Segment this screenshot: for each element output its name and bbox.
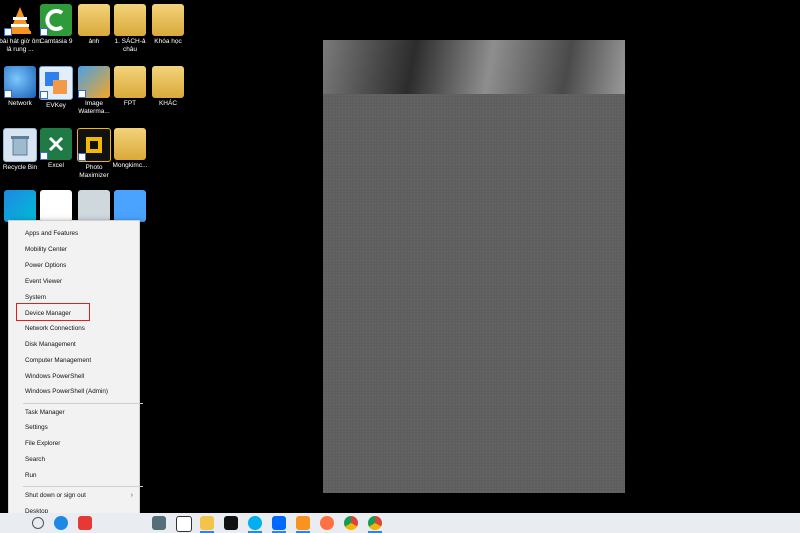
desktop-icon-mongkimc[interactable]: Mongkimc... <box>110 128 150 170</box>
shortcut-arrow-icon <box>4 90 12 98</box>
folder-icon <box>152 4 184 36</box>
desktop-icon-sach[interactable]: 1. SÁCH-ả châu <box>110 4 150 54</box>
shortcut-arrow-icon <box>40 91 48 99</box>
printer-app-icon <box>78 190 110 222</box>
camtasia-icon <box>40 4 72 36</box>
menu-item-event-viewer[interactable]: Event Viewer <box>9 274 139 289</box>
media-icon[interactable] <box>320 516 334 530</box>
capcut-icon[interactable] <box>224 516 238 530</box>
folder-icon <box>114 66 146 98</box>
desktop-icon-evkey[interactable]: EVKey <box>36 66 76 110</box>
shortcut-arrow-icon <box>78 153 86 161</box>
start-button-icon[interactable] <box>10 516 24 530</box>
excel-icon <box>40 128 72 160</box>
shortcut-arrow-icon <box>78 90 86 98</box>
shortcut-arrow-icon <box>40 152 48 160</box>
computer-icon <box>114 190 146 222</box>
vlc-icon <box>4 4 36 36</box>
menu-item-apps-and-features[interactable]: Apps and Features <box>9 226 139 241</box>
photo-app-icon[interactable] <box>296 516 310 533</box>
desktop-icon-fpt[interactable]: FPT <box>110 66 150 108</box>
menu-item-run[interactable]: Run <box>9 468 139 483</box>
shortcut-arrow-icon <box>4 28 12 36</box>
photo-top-strip <box>323 40 625 94</box>
menu-item-task-manager[interactable]: Task Manager <box>9 405 139 420</box>
menu-item-shut-down-or-sign-out[interactable]: Shut down or sign out › <box>9 488 139 503</box>
edge-icon[interactable] <box>54 516 68 530</box>
file-explorer-icon[interactable] <box>200 516 214 533</box>
menu-item-settings[interactable]: Settings <box>9 420 139 435</box>
menu-item-network-connections[interactable]: Network Connections <box>9 321 139 336</box>
folder-icon <box>114 4 146 36</box>
desktop-icon-khoa-hoc[interactable]: Khóa học <box>148 4 188 46</box>
photo-viewer-image <box>323 40 625 493</box>
taskbar <box>0 513 800 533</box>
network-icon <box>4 66 36 98</box>
evkey-icon <box>39 66 73 100</box>
desktop-icon-khac[interactable]: KHÁC <box>148 66 188 108</box>
recycle-bin-icon <box>3 128 37 162</box>
menu-item-computer-management[interactable]: Computer Management <box>9 353 139 368</box>
picture-app-icon <box>40 190 72 222</box>
desktop-icon-image-watermark[interactable]: Image Waterma... <box>74 66 114 116</box>
desktop-icon-vlc[interactable]: bài hát giờ ôm lả rung ... <box>0 4 41 54</box>
desktop-icon-photo-maximizer[interactable]: Photo Maximizer <box>74 128 114 180</box>
shortcut-arrow-icon <box>40 28 48 36</box>
menu-item-search[interactable]: Search <box>9 452 139 467</box>
menu-item-mobility-center[interactable]: Mobility Center <box>9 242 139 257</box>
desktop-icon-this-pc[interactable] <box>110 190 150 222</box>
zalo-icon[interactable] <box>272 516 286 533</box>
chrome-icon[interactable] <box>344 516 358 530</box>
image-watermark-icon <box>78 66 110 98</box>
menu-item-disk-management[interactable]: Disk Management <box>9 337 139 352</box>
chrome-icon[interactable] <box>368 516 382 533</box>
desktop-icon-camtasia[interactable]: Camtasia 9 <box>36 4 76 46</box>
menu-separator <box>23 403 143 404</box>
menu-item-windows-powershell-admin[interactable]: Windows PowerShell (Admin) <box>9 384 139 399</box>
desktop-icon-app-printer[interactable] <box>74 190 114 222</box>
menu-item-power-options[interactable]: Power Options <box>9 258 139 273</box>
folder-icon <box>114 128 146 160</box>
folder-icon <box>152 66 184 98</box>
folder-icon <box>78 4 110 36</box>
menu-item-windows-powershell[interactable]: Windows PowerShell <box>9 369 139 384</box>
menu-separator <box>23 486 143 487</box>
skype-icon[interactable] <box>248 516 262 533</box>
winx-context-menu: Apps and Features Mobility Center Power … <box>8 220 143 518</box>
desktop-icon-app-blue[interactable] <box>0 190 40 222</box>
search-icon[interactable] <box>32 517 44 529</box>
photo-maximizer-icon <box>77 128 111 162</box>
app-icon <box>4 190 36 222</box>
checkbox-app-icon[interactable] <box>176 516 192 532</box>
menu-item-label: Shut down or sign out <box>25 492 86 499</box>
desktop-icon-excel[interactable]: Excel <box>36 128 76 170</box>
desktop-icon-app-picture[interactable] <box>36 190 76 222</box>
device-manager-highlight-box <box>16 303 90 321</box>
menu-item-file-explorer[interactable]: File Explorer <box>9 436 139 451</box>
chevron-right-icon: › <box>130 492 133 499</box>
app-icon[interactable] <box>78 516 92 530</box>
calculator-icon[interactable] <box>152 516 166 530</box>
